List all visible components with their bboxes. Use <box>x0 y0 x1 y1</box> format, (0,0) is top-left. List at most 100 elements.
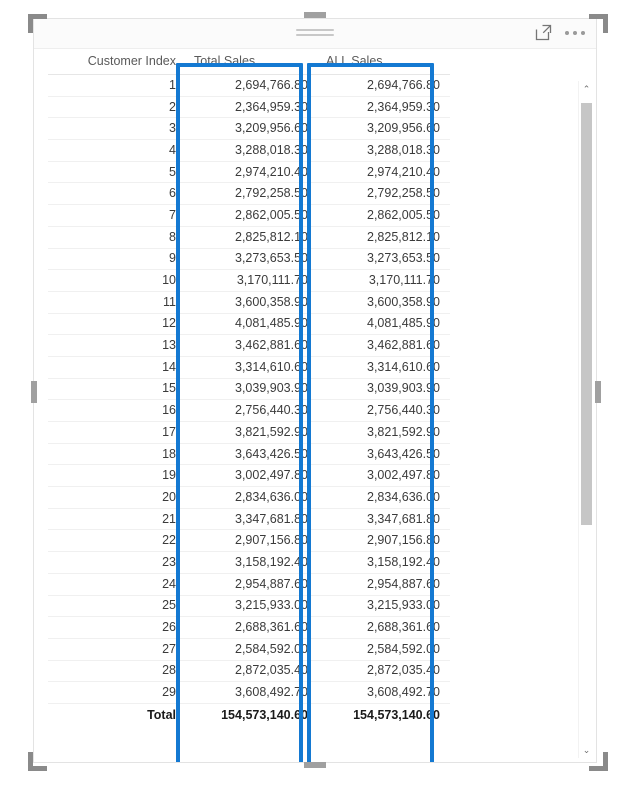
scroll-up-arrow-icon[interactable]: ⌃ <box>579 81 594 97</box>
cell-all_sales[interactable]: 3,209,956.60 <box>318 117 450 141</box>
cell-all_sales[interactable]: 2,974,210.40 <box>318 161 450 184</box>
table-visual-container[interactable]: Customer Index Total Sales ALL Sales 1 2,… <box>33 18 597 763</box>
cell-customer_index[interactable]: 22 <box>48 529 186 553</box>
cell-total_sales[interactable]: 3,314,610.60 <box>186 356 318 379</box>
cell-customer_index[interactable]: 19 <box>48 464 186 488</box>
resize-handle-bottom-right[interactable] <box>589 752 608 771</box>
resize-handle-top[interactable] <box>304 12 326 18</box>
cell-all_sales[interactable]: 2,694,766.80 <box>318 74 450 97</box>
table-scroll-region[interactable]: Customer Index Total Sales ALL Sales 1 2,… <box>34 49 596 762</box>
table-row[interactable]: 26 2,688,361.60 2,688,361.60 <box>48 616 450 639</box>
cell-customer_index[interactable]: 26 <box>48 616 186 639</box>
cell-customer_index[interactable]: 1 <box>48 74 186 97</box>
table-row[interactable]: 23 3,158,192.40 3,158,192.40 <box>48 551 450 574</box>
cell-all_sales[interactable]: 2,825,812.10 <box>318 226 450 249</box>
cell-total_sales[interactable]: 3,002,497.80 <box>186 464 318 488</box>
cell-customer_index[interactable]: 17 <box>48 421 186 444</box>
cell-all_sales[interactable]: 2,954,887.60 <box>318 573 450 596</box>
cell-customer_index[interactable]: 13 <box>48 334 186 357</box>
more-options-icon[interactable] <box>564 26 586 40</box>
cell-total_sales[interactable]: 3,608,492.70 <box>186 681 318 704</box>
table-row[interactable]: 9 3,273,653.50 3,273,653.50 <box>48 248 450 271</box>
cell-customer_index[interactable]: Total <box>48 702 186 728</box>
cell-all_sales[interactable]: 3,215,933.00 <box>318 595 450 618</box>
cell-total_sales[interactable]: 3,821,592.90 <box>186 421 318 444</box>
cell-customer_index[interactable]: 9 <box>48 248 186 271</box>
cell-customer_index[interactable]: 18 <box>48 443 186 466</box>
table-row[interactable]: 10 3,170,111.70 3,170,111.70 <box>48 269 450 292</box>
table-row[interactable]: 21 3,347,681.80 3,347,681.80 <box>48 508 450 531</box>
table-row[interactable]: 14 3,314,610.60 3,314,610.60 <box>48 356 450 379</box>
cell-all_sales[interactable]: 2,792,258.50 <box>318 182 450 206</box>
cell-customer_index[interactable]: 28 <box>48 660 186 683</box>
cell-customer_index[interactable]: 25 <box>48 595 186 618</box>
cell-all_sales[interactable]: 2,872,035.40 <box>318 660 450 683</box>
cell-customer_index[interactable]: 14 <box>48 356 186 379</box>
cell-total_sales[interactable]: 3,347,681.80 <box>186 508 318 531</box>
cell-total_sales[interactable]: 2,792,258.50 <box>186 182 318 206</box>
table-row[interactable]: 24 2,954,887.60 2,954,887.60 <box>48 573 450 596</box>
cell-total_sales[interactable]: 3,288,018.30 <box>186 139 318 162</box>
cell-all_sales[interactable]: 2,688,361.60 <box>318 616 450 639</box>
cell-total_sales[interactable]: 4,081,485.90 <box>186 313 318 336</box>
cell-all_sales[interactable]: 2,584,592.00 <box>318 638 450 661</box>
resize-handle-top-left[interactable] <box>28 14 47 33</box>
column-header-all-sales[interactable]: ALL Sales <box>318 49 450 75</box>
cell-all_sales[interactable]: 3,170,111.70 <box>318 269 450 292</box>
table-row[interactable]: 16 2,756,440.30 2,756,440.30 <box>48 399 450 422</box>
table-row[interactable]: 28 2,872,035.40 2,872,035.40 <box>48 660 450 683</box>
cell-customer_index[interactable]: 16 <box>48 399 186 422</box>
cell-customer_index[interactable]: 10 <box>48 269 186 292</box>
cell-all_sales[interactable]: 3,039,903.90 <box>318 378 450 401</box>
table-row[interactable]: 17 3,821,592.90 3,821,592.90 <box>48 421 450 444</box>
resize-handle-right[interactable] <box>595 381 601 403</box>
table-row[interactable]: 11 3,600,358.90 3,600,358.90 <box>48 291 450 314</box>
cell-customer_index[interactable]: 27 <box>48 638 186 661</box>
resize-handle-bottom-left[interactable] <box>28 752 47 771</box>
cell-total_sales[interactable]: 3,158,192.40 <box>186 551 318 574</box>
cell-total_sales[interactable]: 2,364,959.30 <box>186 96 318 119</box>
cell-total_sales[interactable]: 3,209,956.60 <box>186 117 318 141</box>
cell-customer_index[interactable]: 20 <box>48 486 186 509</box>
cell-customer_index[interactable]: 6 <box>48 182 186 206</box>
cell-customer_index[interactable]: 3 <box>48 117 186 141</box>
cell-total_sales[interactable]: 2,862,005.50 <box>186 204 318 227</box>
cell-total_sales[interactable]: 2,974,210.40 <box>186 161 318 184</box>
column-header-customer-index[interactable]: Customer Index <box>48 49 186 75</box>
cell-all_sales[interactable]: 3,600,358.90 <box>318 291 450 314</box>
cell-total_sales[interactable]: 2,907,156.80 <box>186 529 318 553</box>
table-row[interactable]: 18 3,643,426.50 3,643,426.50 <box>48 443 450 466</box>
table-row[interactable]: 7 2,862,005.50 2,862,005.50 <box>48 204 450 227</box>
table-row[interactable]: 4 3,288,018.30 3,288,018.30 <box>48 139 450 162</box>
table-row[interactable]: 29 3,608,492.70 3,608,492.70 <box>48 681 450 704</box>
cell-total_sales[interactable]: 2,584,592.00 <box>186 638 318 661</box>
cell-customer_index[interactable]: 11 <box>48 291 186 314</box>
resize-handle-bottom[interactable] <box>304 762 326 768</box>
cell-total_sales[interactable]: 3,643,426.50 <box>186 443 318 466</box>
table-row[interactable]: 2 2,364,959.30 2,364,959.30 <box>48 96 450 119</box>
cell-customer_index[interactable]: 7 <box>48 204 186 227</box>
cell-customer_index[interactable]: 12 <box>48 313 186 336</box>
cell-all_sales[interactable]: 3,643,426.50 <box>318 443 450 466</box>
table-total-row[interactable]: Total 154,573,140.60 154,573,140.60 <box>48 702 450 728</box>
cell-total_sales[interactable]: 2,688,361.60 <box>186 616 318 639</box>
cell-total_sales[interactable]: 2,694,766.80 <box>186 74 318 97</box>
cell-total_sales[interactable]: 154,573,140.60 <box>186 702 318 728</box>
cell-all_sales[interactable]: 154,573,140.60 <box>318 702 450 728</box>
cell-customer_index[interactable]: 4 <box>48 139 186 162</box>
cell-all_sales[interactable]: 2,834,636.00 <box>318 486 450 509</box>
cell-all_sales[interactable]: 3,347,681.80 <box>318 508 450 531</box>
cell-customer_index[interactable]: 29 <box>48 681 186 704</box>
cell-customer_index[interactable]: 21 <box>48 508 186 531</box>
table-row[interactable]: 1 2,694,766.80 2,694,766.80 <box>48 74 450 97</box>
cell-total_sales[interactable]: 3,462,881.60 <box>186 334 318 357</box>
cell-total_sales[interactable]: 2,834,636.00 <box>186 486 318 509</box>
cell-customer_index[interactable]: 5 <box>48 161 186 184</box>
cell-all_sales[interactable]: 2,364,959.30 <box>318 96 450 119</box>
cell-all_sales[interactable]: 2,907,156.80 <box>318 529 450 553</box>
scrollbar-thumb[interactable] <box>581 103 592 525</box>
cell-all_sales[interactable]: 4,081,485.90 <box>318 313 450 336</box>
drag-handle[interactable] <box>296 29 334 36</box>
table-row[interactable]: 5 2,974,210.40 2,974,210.40 <box>48 161 450 184</box>
cell-all_sales[interactable]: 3,821,592.90 <box>318 421 450 444</box>
